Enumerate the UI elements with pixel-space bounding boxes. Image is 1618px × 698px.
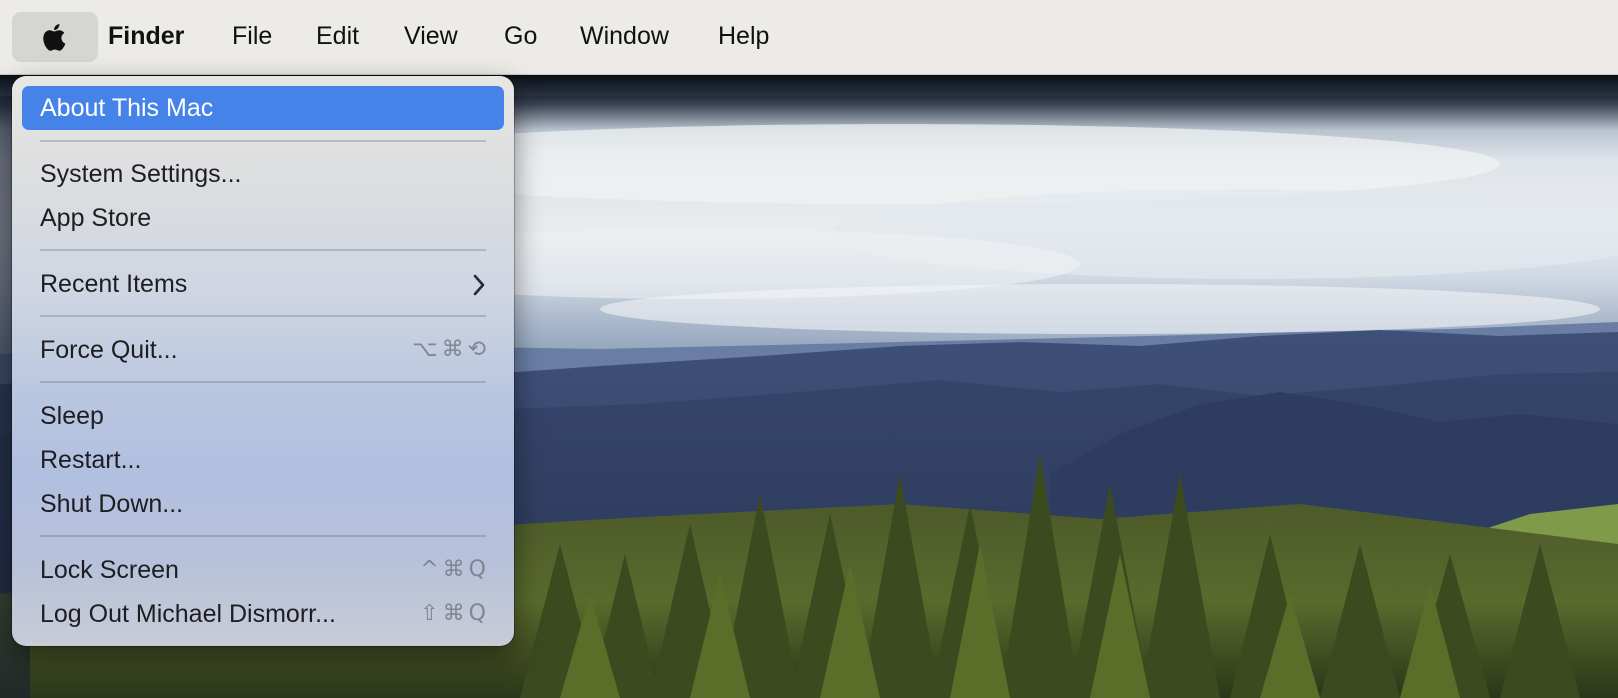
menu-item-label: System Settings... [40, 160, 242, 188]
menu-item-label: Force Quit... [40, 336, 178, 364]
menu-view[interactable]: View [404, 16, 458, 56]
command-key-icon: ⌘ [442, 557, 465, 582]
menu-item-label: Recent Items [40, 270, 188, 298]
command-key-icon: ⌘ [441, 337, 464, 362]
shortcut-log-out: ⇧ ⌘ Q [416, 592, 486, 636]
menu-item-app-store[interactable]: App Store [22, 196, 504, 240]
menu-item-sleep[interactable]: Sleep [22, 394, 504, 438]
shift-key-icon: ⇧ [420, 601, 439, 626]
menu-edit[interactable]: Edit [316, 16, 359, 56]
menu-window[interactable]: Window [580, 16, 669, 56]
menu-separator [40, 535, 486, 537]
shortcut-key-q: Q [468, 601, 486, 626]
menu-item-force-quit[interactable]: Force Quit... ⌥ ⌘ ⟲ [22, 328, 504, 372]
apple-menu-button[interactable] [12, 12, 98, 62]
command-key-icon: ⌘ [442, 601, 465, 626]
chevron-right-icon [473, 274, 485, 296]
menu-item-lock-screen[interactable]: Lock Screen ^ ⌘ Q [22, 548, 504, 592]
menu-help[interactable]: Help [718, 16, 769, 56]
shortcut-force-quit: ⌥ ⌘ ⟲ [408, 328, 486, 372]
menu-separator [40, 381, 486, 383]
menu-item-label: Restart... [40, 446, 142, 474]
menu-item-label: Sleep [40, 402, 104, 430]
shortcut-lock-screen: ^ ⌘ Q [416, 548, 486, 592]
menu-item-restart[interactable]: Restart... [22, 438, 504, 482]
option-key-icon: ⌥ [412, 337, 438, 362]
menu-separator [40, 140, 486, 142]
apple-logo-icon [43, 24, 66, 51]
menu-item-about-this-mac[interactable]: About This Mac [22, 86, 504, 130]
menu-item-recent-items[interactable]: Recent Items [22, 262, 504, 306]
menu-item-system-settings[interactable]: System Settings... [22, 152, 504, 196]
menu-bar: Finder File Edit View Go Window Help [0, 0, 1618, 75]
menu-file[interactable]: File [232, 16, 272, 56]
menu-separator [40, 315, 486, 317]
menu-item-shut-down[interactable]: Shut Down... [22, 482, 504, 526]
menu-item-log-out[interactable]: Log Out Michael Dismorr... ⇧ ⌘ Q [22, 592, 504, 636]
control-key-icon: ^ [420, 557, 439, 582]
menu-separator [40, 249, 486, 251]
app-name-finder[interactable]: Finder [108, 16, 184, 56]
menu-go[interactable]: Go [504, 16, 537, 56]
escape-key-icon: ⟲ [467, 337, 486, 362]
menu-item-label: Lock Screen [40, 556, 179, 584]
apple-menu-dropdown: About This Mac System Settings... App St… [12, 76, 514, 646]
menu-item-label: App Store [40, 204, 152, 232]
shortcut-key-q: Q [468, 557, 486, 582]
menu-item-label: Shut Down... [40, 490, 184, 518]
menu-item-label: About This Mac [40, 94, 214, 122]
menu-item-label: Log Out Michael Dismorr... [40, 600, 336, 628]
